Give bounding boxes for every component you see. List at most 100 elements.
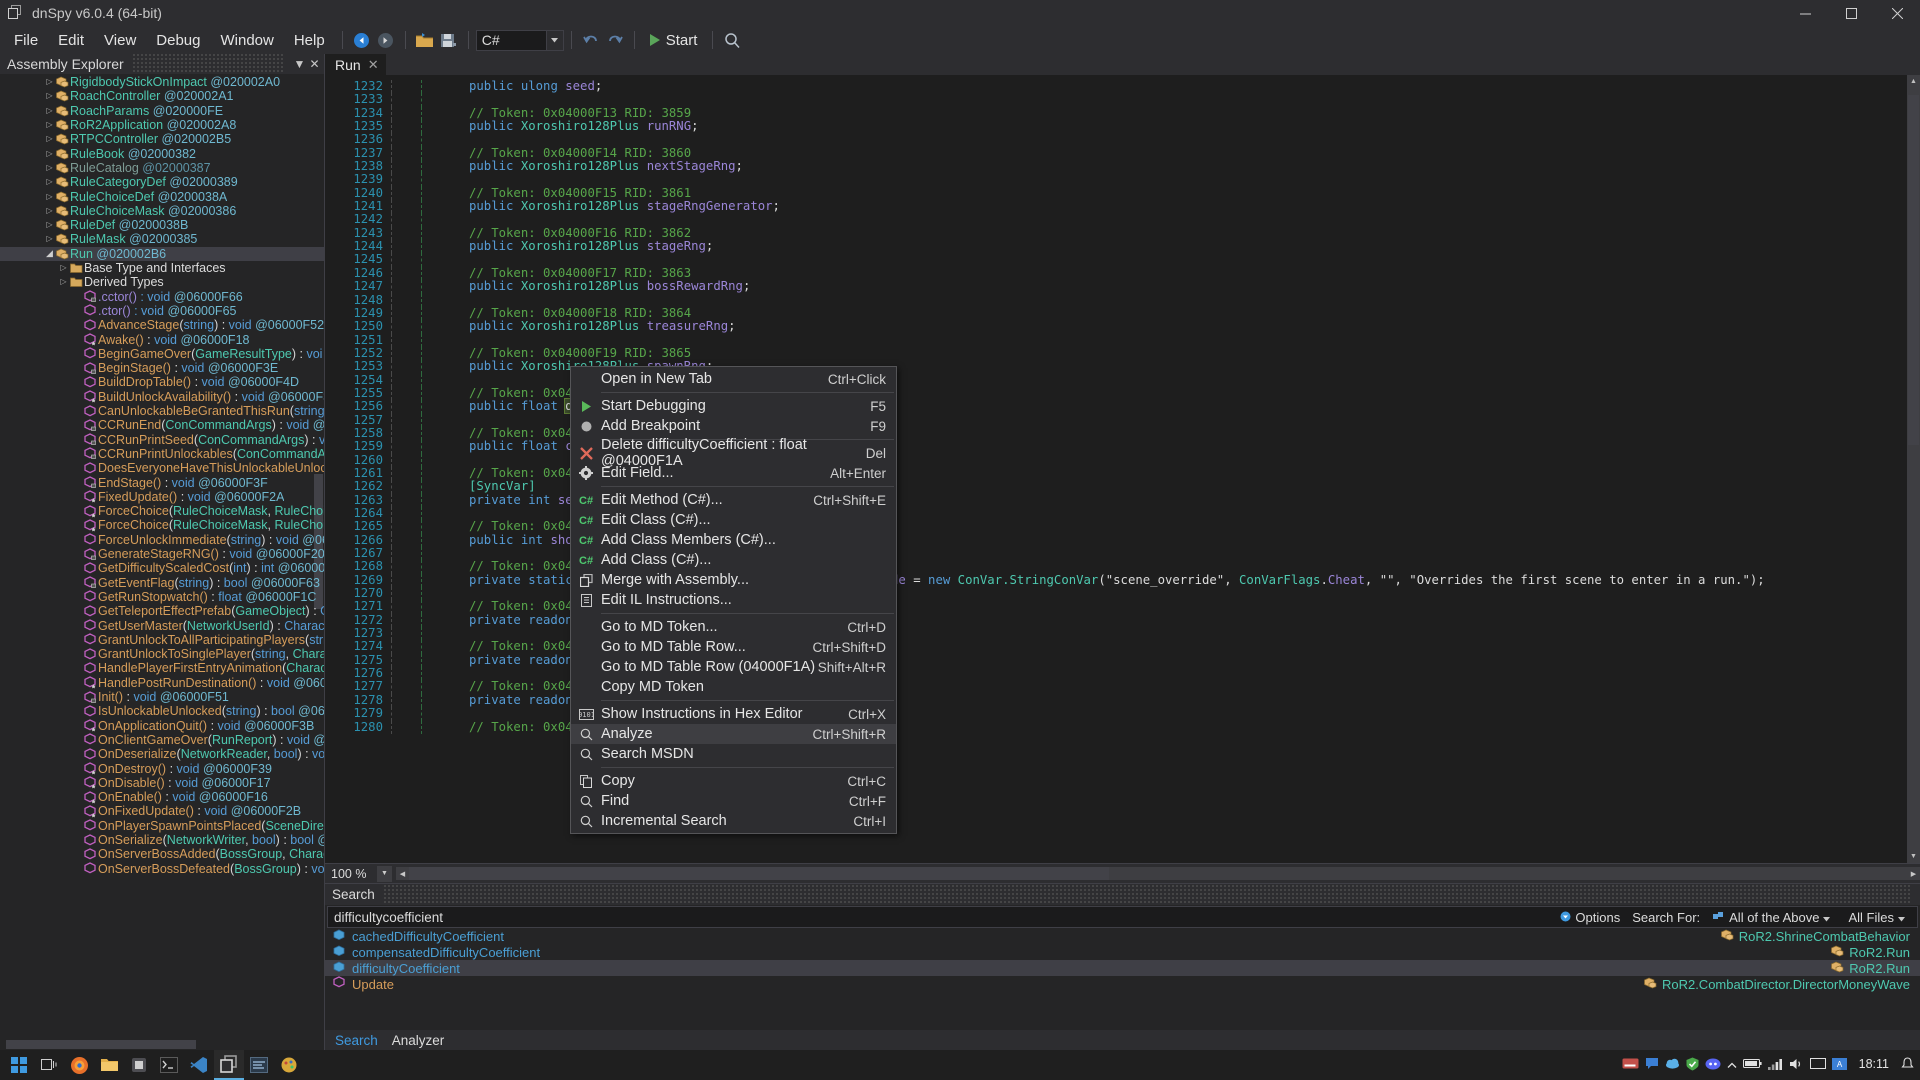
tree-item-folder[interactable]: ▷ Derived Types [0,275,324,289]
tree-item-member[interactable]: HandlePlayerFirstEntryAnimation(Characte… [0,661,324,675]
code-line[interactable]: 1276 [325,666,1907,681]
tree-expander-icon[interactable]: ▷ [44,221,55,229]
code-line[interactable]: 1251 [325,333,1907,348]
tree-item-member[interactable]: Awake() : void @06000F18 [0,332,324,347]
code-line[interactable]: 1278private readonly HashSet<string>(); [325,693,1907,708]
editor-scroll-thumb[interactable] [1908,95,1919,445]
tree-expander-icon[interactable]: ▷ [44,192,55,201]
tree-item-member[interactable]: OnClientGameOver(RunReport) : void @0600… [0,733,324,747]
cloud-icon[interactable] [1665,1058,1680,1072]
search-result-row[interactable]: compensatedDifficultyCoefficient RoR2.Run [325,944,1920,960]
tree-item-type[interactable]: ▷ RigidbodyStickOnImpact @020002A0 [0,75,324,89]
context-menu-item[interactable]: C# Edit Method (C#)... Ctrl+Shift+E [571,490,896,510]
code-line[interactable]: 1259public float compensatedDifficultyCo… [325,439,1907,454]
context-menu-item[interactable]: Edit Field... Alt+Enter [571,463,896,483]
tree-item-member[interactable]: GenerateStageRNG() : void @06000F20 [0,547,324,561]
tree-item-member[interactable]: .ctor() : void @06000F65 [0,304,324,318]
tree-expander-icon[interactable]: ▷ [44,106,55,115]
tree-item-member[interactable]: OnServerBossDefeated(BossGroup) : void @… [0,862,324,876]
code-line[interactable]: 1264 [325,506,1907,521]
tree-item-type[interactable]: ▷ RuleCategoryDef @02000389 [0,175,324,189]
dnspy-icon[interactable] [214,1050,244,1080]
context-menu-item[interactable]: Add Breakpoint F9 [571,416,896,436]
context-menu-item[interactable]: Delete difficultyCoefficient : float @04… [571,437,896,469]
tree-item-member[interactable]: GetRunStopwatch() : float @06000F1C [0,590,324,604]
tree-item-member[interactable]: GetEventFlag(string) : bool @06000F63 [0,576,324,590]
tree-item-member[interactable]: OnEnable() : void @06000F16 [0,790,324,804]
code-line[interactable]: 1271// Token: 0x04000F22 RID: 3874 [325,600,1907,615]
scroll-down-icon[interactable]: ▼ [1907,850,1920,863]
code-line[interactable]: 1258// Token: 0x04000F1B RID: 3867 [325,426,1907,441]
hscroll-left-icon[interactable]: ◀ [396,867,409,880]
tree-item-type[interactable]: ▷ RTPCController @020002B5 [0,132,324,146]
code-line[interactable]: 1252 // Token: 0x04000F19 RID: 3865 [325,346,1907,361]
file-filter-combo[interactable]: All Files [1842,908,1911,927]
context-menu-item[interactable]: Find Ctrl+F [571,791,896,811]
tree-expander-icon[interactable]: ▷ [44,235,55,243]
notification-icon[interactable] [1901,1057,1914,1073]
forward-arrow-icon[interactable] [374,29,398,51]
code-line[interactable]: 1272private readonly HashSet<string>(); [325,613,1907,628]
tree-item-member[interactable]: ForceChoice(RuleChoiceMask, RuleChoiceMa… [0,518,324,532]
code-line[interactable]: 1262 [SyncVar] [325,479,1907,495]
code-line[interactable]: 1254 [325,373,1907,388]
windows-start-icon[interactable] [4,1050,34,1080]
context-menu-item[interactable]: C# Add Class (C#)... [571,550,896,570]
tree-item-member[interactable]: GetDifficultyScaledCost(int) : int @0600… [0,561,324,575]
tree-item-folder[interactable]: ▷ Base Type and Interfaces [0,261,324,275]
firefox-icon[interactable] [64,1050,94,1080]
code-line[interactable]: 1237 // Token: 0x04000F14 RID: 3860 [325,146,1907,161]
tree-item-type[interactable]: ▷ RuleMask @02000385 [0,232,324,246]
menu-file[interactable]: File [4,29,48,52]
tree-item-member[interactable]: Init() : void @06000F51 [0,690,324,704]
menu-edit[interactable]: Edit [48,29,94,52]
open-folder-icon[interactable] [413,29,437,51]
vscode-icon[interactable] [184,1050,214,1080]
code-line[interactable]: 1234 // Token: 0x04000F13 RID: 3859 [325,106,1907,121]
code-line[interactable]: 1250 public Xoroshiro128Plus treasureRng; [325,319,1907,334]
tree-expander-icon[interactable]: ◢ [44,249,55,258]
context-menu-item[interactable]: Go to MD Table Row... Ctrl+Shift+D [571,637,896,657]
code-line[interactable]: 1280// Token: 0x04000F25 RID: 3877 [325,720,1907,735]
task-view-icon[interactable] [34,1050,64,1080]
editor-horizontal-scrollbar[interactable]: ◀ ▶ [396,867,1920,880]
battery-icon[interactable] [1742,1058,1762,1072]
tree-item-type[interactable]: ▷ RuleCatalog @02000387 [0,161,324,175]
tree-item-type[interactable]: ▷ RoachParams @020000FE [0,104,324,118]
tree-expander-icon[interactable]: ▷ [58,264,69,272]
code-line[interactable]: 1235 public Xoroshiro128Plus runRNG; [325,119,1907,134]
context-menu-item[interactable]: Copy MD Token [571,677,896,697]
tree-item-member[interactable]: HandlePostRunDestination() : void @06000… [0,676,324,690]
code-line[interactable]: 1236 [325,133,1907,148]
context-menu-item[interactable]: Incremental Search Ctrl+I [571,811,896,831]
code-editor[interactable]: 1232 public ulong seed; 1233 1234 // Token: … [325,75,1907,863]
panel-close-button[interactable]: ✕ [307,57,322,71]
tree-item-type[interactable]: ▷ RuleChoiceDef @0200038A [0,189,324,204]
hscroll-right-icon[interactable]: ▶ [1907,867,1920,880]
save-icon[interactable] [437,29,461,51]
tree-expander-icon[interactable]: ▷ [44,135,55,143]
tree-item-member[interactable]: BuildDropTable() : void @06000F4D [0,375,324,389]
tree-item-member[interactable]: CanUnlockableBeGrantedThisRun(string) : … [0,404,324,418]
scroll-up-icon[interactable]: ▲ [1907,75,1920,88]
tree-item-member[interactable]: ForceChoice(RuleChoiceMask, RuleChoiceMa… [0,504,324,518]
language-icon[interactable]: A [1831,1057,1847,1073]
code-line[interactable]: 1270 [325,586,1907,601]
terminal-icon[interactable] [154,1050,184,1080]
tree-item-type[interactable]: ▷ RoachController @020002A1 [0,89,324,103]
back-arrow-icon[interactable] [350,29,374,51]
file-explorer-icon[interactable] [94,1050,124,1080]
tree-item-member[interactable]: CCRunPrintUnlockables(ConCommandArgs) : … [0,447,324,461]
code-line[interactable]: 1263private int selectedDifficultyIntern… [325,493,1907,508]
code-line[interactable]: 1246 // Token: 0x04000F17 RID: 3863 [325,266,1907,281]
tree-item-member[interactable]: OnFixedUpdate() : void @06000F2B [0,804,324,818]
tab-run[interactable]: Run ✕ [325,54,386,75]
code-line[interactable]: 1265// Token: 0x04000F20 RID: 3872 [325,519,1907,535]
paint-icon[interactable] [274,1050,304,1080]
context-menu-item[interactable]: C# Add Class Members (C#)... [571,530,896,550]
panel-menu-button[interactable]: ▼ [292,57,307,71]
search-result-row[interactable]: difficultyCoefficient RoR2.Run [325,960,1920,976]
context-menu-item[interactable]: Open in New Tab Ctrl+Click [571,369,896,389]
context-menu-item[interactable]: Edit IL Instructions... [571,590,896,610]
tree-item-member[interactable]: GetTeleportEffectPrefab(GameObject) : Ga… [0,604,324,618]
